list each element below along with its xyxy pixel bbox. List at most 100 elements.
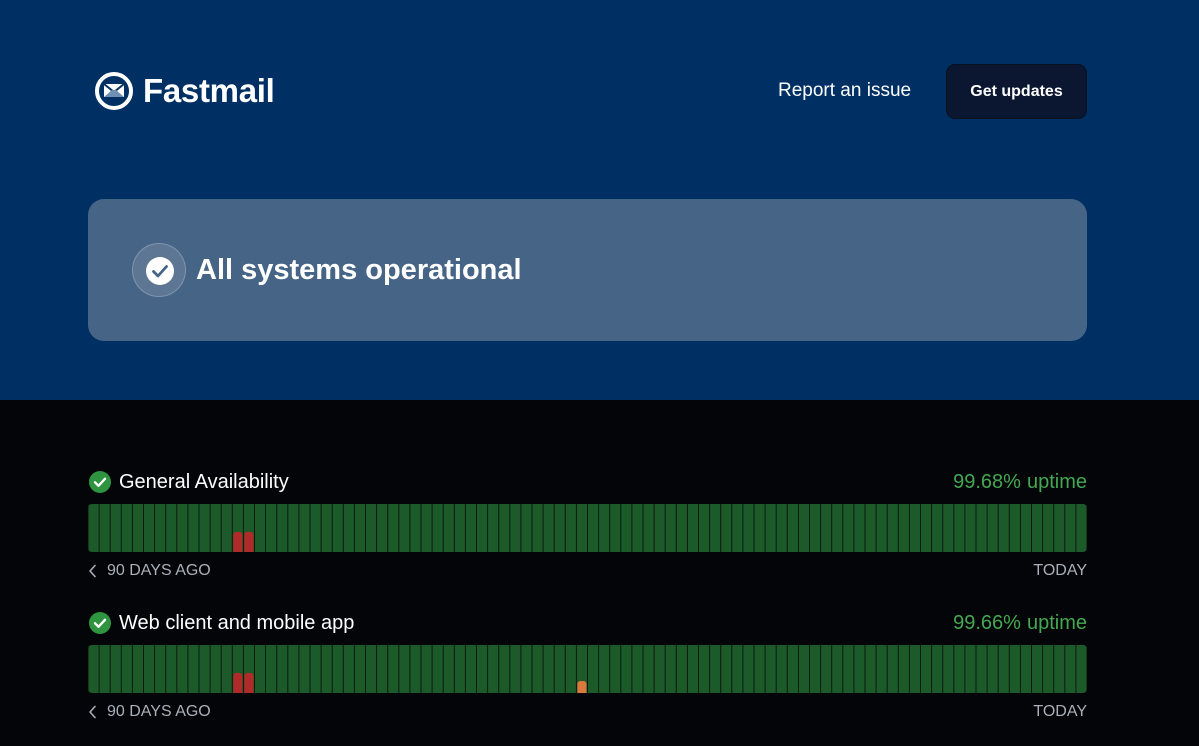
uptime-day-bar[interactable]: [266, 645, 277, 693]
uptime-day-bar[interactable]: [599, 645, 610, 693]
uptime-day-bar[interactable]: [443, 645, 454, 693]
uptime-day-bar[interactable]: [554, 504, 565, 552]
uptime-day-bar[interactable]: [399, 645, 410, 693]
uptime-day-bar[interactable]: [898, 645, 909, 693]
uptime-day-bar[interactable]: [510, 645, 521, 693]
uptime-day-bar[interactable]: [1054, 645, 1065, 693]
report-issue-link[interactable]: Report an issue: [778, 79, 911, 103]
uptime-day-bar[interactable]: [421, 645, 432, 693]
uptime-day-bar[interactable]: [776, 645, 787, 693]
uptime-day-bar[interactable]: [854, 504, 865, 552]
uptime-day-bar[interactable]: [987, 645, 998, 693]
uptime-day-bar[interactable]: [998, 504, 1009, 552]
uptime-day-bar[interactable]: [110, 504, 121, 552]
uptime-day-bar[interactable]: [177, 645, 188, 693]
uptime-day-bar[interactable]: [299, 645, 310, 693]
uptime-day-bar[interactable]: [932, 645, 943, 693]
uptime-day-bar[interactable]: [643, 645, 654, 693]
uptime-day-bar[interactable]: [876, 504, 887, 552]
uptime-day-bar[interactable]: [443, 504, 454, 552]
uptime-day-bar[interactable]: [343, 645, 354, 693]
uptime-day-bar[interactable]: [1054, 504, 1065, 552]
uptime-day-bar[interactable]: [699, 504, 710, 552]
uptime-day-bar[interactable]: [687, 504, 698, 552]
uptime-day-bar[interactable]: [621, 504, 632, 552]
uptime-day-bar[interactable]: [543, 504, 554, 552]
uptime-incident-marker[interactable]: [577, 681, 587, 693]
uptime-day-bar[interactable]: [965, 645, 976, 693]
uptime-day-bar[interactable]: [110, 645, 121, 693]
uptime-day-bar[interactable]: [454, 504, 465, 552]
uptime-day-bar[interactable]: [166, 504, 177, 552]
uptime-day-bar[interactable]: [732, 645, 743, 693]
uptime-day-bar[interactable]: [932, 504, 943, 552]
uptime-day-bar[interactable]: [354, 504, 365, 552]
uptime-incident-marker[interactable]: [233, 531, 243, 552]
uptime-day-bar[interactable]: [943, 645, 954, 693]
uptime-day-bar[interactable]: [909, 645, 920, 693]
uptime-day-bar[interactable]: [998, 645, 1009, 693]
uptime-day-bar[interactable]: [976, 645, 987, 693]
uptime-day-bar[interactable]: [665, 504, 676, 552]
fastmail-logo[interactable]: Fastmail: [94, 71, 275, 111]
uptime-day-bar[interactable]: [732, 504, 743, 552]
uptime-day-bar[interactable]: [532, 504, 543, 552]
uptime-day-bar[interactable]: [465, 504, 476, 552]
uptime-day-bar[interactable]: [366, 504, 377, 552]
uptime-day-bar[interactable]: [610, 645, 621, 693]
uptime-day-bar[interactable]: [576, 504, 587, 552]
uptime-day-bar[interactable]: [1032, 504, 1043, 552]
uptime-day-bar[interactable]: [1020, 504, 1031, 552]
uptime-day-bar[interactable]: [621, 645, 632, 693]
uptime-day-bar[interactable]: [310, 504, 321, 552]
uptime-day-bar[interactable]: [255, 504, 266, 552]
uptime-day-bar[interactable]: [121, 645, 132, 693]
uptime-day-bar[interactable]: [1020, 645, 1031, 693]
uptime-day-bar[interactable]: [477, 645, 488, 693]
uptime-day-bar[interactable]: [510, 504, 521, 552]
uptime-day-bar[interactable]: [499, 504, 510, 552]
uptime-day-bar[interactable]: [810, 645, 821, 693]
uptime-day-bar[interactable]: [787, 504, 798, 552]
uptime-day-bar[interactable]: [477, 504, 488, 552]
uptime-day-bar[interactable]: [654, 504, 665, 552]
uptime-day-bar[interactable]: [843, 504, 854, 552]
uptime-day-bar[interactable]: [865, 504, 876, 552]
uptime-day-bar[interactable]: [199, 504, 210, 552]
get-updates-button[interactable]: Get updates: [946, 64, 1087, 119]
uptime-day-bar[interactable]: [155, 504, 166, 552]
uptime-incident-marker[interactable]: [244, 531, 254, 552]
uptime-day-bar[interactable]: [177, 504, 188, 552]
chevron-left-icon[interactable]: [88, 705, 97, 719]
uptime-day-bar[interactable]: [144, 504, 155, 552]
uptime-day-bar[interactable]: [343, 504, 354, 552]
uptime-day-bar[interactable]: [1009, 504, 1020, 552]
uptime-day-bar[interactable]: [754, 504, 765, 552]
uptime-day-bar[interactable]: [954, 645, 965, 693]
uptime-day-bar[interactable]: [565, 645, 576, 693]
uptime-day-bar[interactable]: [743, 504, 754, 552]
uptime-day-bar[interactable]: [765, 504, 776, 552]
uptime-day-bar[interactable]: [410, 645, 421, 693]
uptime-day-bar[interactable]: [1065, 645, 1076, 693]
uptime-day-bar[interactable]: [144, 645, 155, 693]
uptime-day-bar[interactable]: [810, 504, 821, 552]
uptime-day-bar[interactable]: [255, 645, 266, 693]
uptime-day-bar[interactable]: [654, 645, 665, 693]
uptime-day-bar[interactable]: [565, 504, 576, 552]
uptime-day-bar[interactable]: [765, 645, 776, 693]
uptime-day-bar[interactable]: [754, 645, 765, 693]
uptime-day-bar[interactable]: [488, 645, 499, 693]
uptime-day-bar[interactable]: [499, 645, 510, 693]
uptime-day-bar[interactable]: [1009, 645, 1020, 693]
uptime-day-bar[interactable]: [798, 504, 809, 552]
uptime-day-bar[interactable]: [155, 645, 166, 693]
uptime-day-bar[interactable]: [721, 504, 732, 552]
uptime-day-bar[interactable]: [121, 504, 132, 552]
uptime-day-bar[interactable]: [588, 645, 599, 693]
uptime-day-bar[interactable]: [277, 504, 288, 552]
uptime-day-bar[interactable]: [632, 504, 643, 552]
uptime-day-bar[interactable]: [188, 504, 199, 552]
uptime-day-bar[interactable]: [188, 645, 199, 693]
uptime-day-bar[interactable]: [832, 645, 843, 693]
